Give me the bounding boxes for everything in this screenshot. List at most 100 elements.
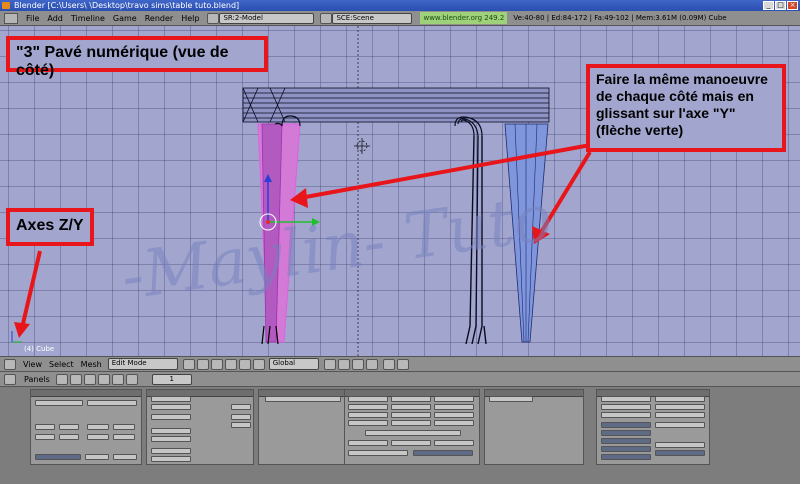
panel-button[interactable] xyxy=(489,396,533,402)
menu-help[interactable]: Help xyxy=(181,14,199,23)
panel-button[interactable] xyxy=(35,400,83,406)
panel-button[interactable] xyxy=(59,434,79,440)
panel-button[interactable] xyxy=(601,422,651,428)
panel-button[interactable] xyxy=(348,396,388,402)
panel-button[interactable] xyxy=(434,420,474,426)
panel-button[interactable] xyxy=(655,396,705,402)
panel-button[interactable] xyxy=(601,396,651,402)
proportional-edit-icon[interactable] xyxy=(382,358,395,370)
panel-button[interactable] xyxy=(35,454,81,460)
panel-button[interactable] xyxy=(151,404,191,410)
panel-button[interactable] xyxy=(151,448,191,454)
occlude-icon[interactable] xyxy=(365,358,378,370)
panel-button[interactable] xyxy=(59,424,79,430)
panel-button[interactable] xyxy=(601,438,651,444)
panel-button[interactable] xyxy=(87,424,109,430)
script-context-icon[interactable] xyxy=(69,373,82,385)
blender-url[interactable]: www.blender.org 249.2 xyxy=(420,12,508,24)
panel-button[interactable] xyxy=(348,440,388,446)
vertex-select-icon[interactable] xyxy=(323,358,336,370)
manipulator-toggle-icon[interactable] xyxy=(210,358,223,370)
panel-button[interactable] xyxy=(87,400,137,406)
panel-button[interactable] xyxy=(413,450,473,456)
menu-add[interactable]: Add xyxy=(47,14,63,23)
panel-button[interactable] xyxy=(434,440,474,446)
panel-button[interactable] xyxy=(151,414,191,420)
panel-button[interactable] xyxy=(391,404,431,410)
menu-timeline[interactable]: Timeline xyxy=(71,14,105,23)
buttons-editor-type-icon[interactable] xyxy=(4,373,16,385)
window-type-icon[interactable] xyxy=(4,12,18,24)
panel-button[interactable] xyxy=(655,442,705,448)
menu-mesh[interactable]: Mesh xyxy=(81,360,102,369)
panel-button[interactable] xyxy=(601,454,651,460)
panel-button[interactable] xyxy=(348,420,388,426)
panel-button[interactable] xyxy=(151,456,191,462)
panel-button[interactable] xyxy=(113,434,135,440)
edge-select-icon[interactable] xyxy=(337,358,350,370)
logic-context-icon[interactable] xyxy=(55,373,68,385)
editing-context-icon[interactable] xyxy=(111,373,124,385)
panel-button[interactable] xyxy=(434,396,474,402)
panel-button[interactable] xyxy=(601,412,651,418)
maximize-button[interactable]: □ xyxy=(775,1,786,10)
panel-button[interactable] xyxy=(348,450,408,456)
panel-button[interactable] xyxy=(365,430,461,436)
panel-button[interactable] xyxy=(655,412,705,418)
screen-browse-icon[interactable] xyxy=(207,12,220,24)
scene-context-icon[interactable] xyxy=(125,373,138,385)
panel-button[interactable] xyxy=(35,424,55,430)
panel-button[interactable] xyxy=(231,414,251,420)
close-button[interactable]: × xyxy=(787,1,798,10)
menu-game[interactable]: Game xyxy=(113,14,137,23)
screen-field[interactable]: SR:2-Model xyxy=(219,12,315,24)
pivot-icon[interactable] xyxy=(196,358,209,370)
scene-browse-icon[interactable] xyxy=(320,12,333,24)
draw-type-icon[interactable] xyxy=(182,358,195,370)
panel-button[interactable] xyxy=(391,396,431,402)
panel-button[interactable] xyxy=(655,404,705,410)
panel-button[interactable] xyxy=(231,422,251,428)
3d-viewport[interactable]: -Maylin- Tuto "3" Pavé numérique (vue de… xyxy=(0,26,800,356)
rotate-icon[interactable] xyxy=(238,358,251,370)
page-field[interactable]: 1 xyxy=(151,373,192,385)
face-select-icon[interactable] xyxy=(351,358,364,370)
orientation-select[interactable]: Global xyxy=(268,358,319,370)
panel-button[interactable] xyxy=(434,412,474,418)
editor-type-icon[interactable] xyxy=(4,358,16,370)
panel-button[interactable] xyxy=(348,404,388,410)
panels-menu[interactable]: Panels xyxy=(24,375,50,384)
panel-button[interactable] xyxy=(391,412,431,418)
panel-button[interactable] xyxy=(391,440,431,446)
panel-button[interactable] xyxy=(655,450,705,456)
panel-button[interactable] xyxy=(113,424,135,430)
panel-button[interactable] xyxy=(151,436,191,442)
translate-icon[interactable] xyxy=(224,358,237,370)
shading-context-icon[interactable] xyxy=(83,373,96,385)
panel-button[interactable] xyxy=(231,404,251,410)
panel-button[interactable] xyxy=(113,454,137,460)
panel-button[interactable] xyxy=(151,428,191,434)
mode-select[interactable]: Edit Mode xyxy=(107,358,178,370)
panel-button[interactable] xyxy=(151,396,191,402)
panel-button[interactable] xyxy=(655,422,705,428)
menu-view[interactable]: View xyxy=(23,360,42,369)
scene-field[interactable]: SCE:Scene xyxy=(332,12,413,24)
snap-icon[interactable] xyxy=(396,358,409,370)
panel-button[interactable] xyxy=(601,430,651,436)
menu-select[interactable]: Select xyxy=(49,360,74,369)
object-context-icon[interactable] xyxy=(97,373,110,385)
panel-button[interactable] xyxy=(265,396,341,402)
menu-render[interactable]: Render xyxy=(145,14,173,23)
panel-button[interactable] xyxy=(87,434,109,440)
menu-file[interactable]: File xyxy=(26,14,39,23)
panel-button[interactable] xyxy=(348,412,388,418)
scale-icon[interactable] xyxy=(252,358,265,370)
minimize-button[interactable]: _ xyxy=(763,1,774,10)
panel-button[interactable] xyxy=(85,454,109,460)
panel-button[interactable] xyxy=(601,404,651,410)
panel-button[interactable] xyxy=(601,446,651,452)
panel-button[interactable] xyxy=(35,434,55,440)
panel-button[interactable] xyxy=(434,404,474,410)
panel-button[interactable] xyxy=(391,420,431,426)
